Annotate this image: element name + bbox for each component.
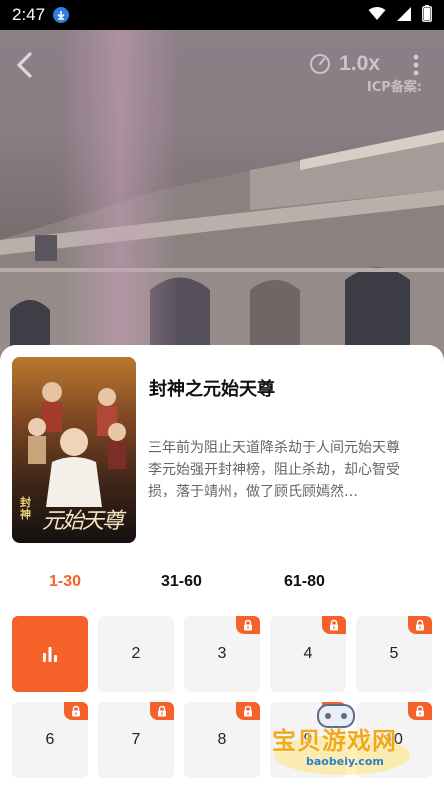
wifi-icon (368, 6, 386, 25)
episode-cell[interactable]: 4 (270, 616, 346, 692)
episode-cell[interactable]: 3 (184, 616, 260, 692)
watermark-text: 宝贝游戏网 (272, 727, 397, 755)
lock-icon (150, 702, 174, 720)
episode-number: 5 (389, 645, 399, 662)
drama-description[interactable]: 三年前为阻止天道降杀劫于人间元始天尊李元始强开封神榜，阻止杀劫，却心智受损，落于… (148, 437, 410, 503)
episode-number: 8 (217, 731, 227, 748)
lock-icon (322, 616, 346, 634)
speed-gauge-icon (310, 54, 331, 74)
episode-number: 6 (45, 731, 55, 748)
tab-range-31-60[interactable]: 31-60 (161, 573, 202, 591)
watermark-url: baobeiy.com (306, 755, 384, 768)
episode-cell[interactable]: 7 (98, 702, 174, 778)
battery-icon (422, 4, 432, 26)
status-time: 2:47 (12, 5, 46, 24)
site-watermark: 宝贝游戏网 baobeiy.com (268, 703, 418, 779)
signal-icon (396, 6, 412, 25)
video-controls: 1.0x ICP备案: (0, 30, 444, 100)
tab-range-1-30[interactable]: 1-30 (49, 573, 81, 591)
tab-range-61-80[interactable]: 61-80 (284, 573, 325, 591)
episode-cell[interactable] (12, 616, 88, 692)
episode-number: 3 (217, 645, 227, 662)
poster-caption: 元始天尊 (42, 509, 124, 534)
video-player[interactable]: 1.0x ICP备案: (0, 30, 444, 360)
back-button[interactable] (10, 48, 38, 82)
episode-cell[interactable]: 8 (184, 702, 260, 778)
episode-cell[interactable]: 6 (12, 702, 88, 778)
drama-poster[interactable]: 封神 元始天尊 (12, 357, 136, 543)
now-playing-icon (43, 647, 57, 662)
episode-range-tabs: 1-30 31-60 61-80 (0, 573, 444, 597)
playback-speed-button[interactable]: 1.0x (309, 52, 380, 76)
status-bar: 2:47 (0, 0, 444, 30)
more-options-button[interactable] (410, 52, 422, 78)
episode-number: 4 (303, 645, 313, 662)
lock-icon (236, 702, 260, 720)
poster-badge: 封神 (20, 496, 31, 521)
episode-cell[interactable]: 5 (356, 616, 432, 692)
icp-label: ICP备案: (366, 80, 422, 95)
download-icon (53, 7, 70, 23)
episode-number: 7 (131, 731, 141, 748)
lock-icon (408, 616, 432, 634)
more-vertical-icon (413, 54, 419, 76)
drama-title: 封神之元始天尊 (149, 379, 275, 400)
lock-icon (64, 702, 88, 720)
playback-speed-label: 1.0x (339, 52, 380, 75)
episode-cell[interactable]: 2 (98, 616, 174, 692)
back-arrow-icon (17, 52, 32, 78)
lock-icon (236, 616, 260, 634)
episode-number: 2 (131, 645, 141, 662)
